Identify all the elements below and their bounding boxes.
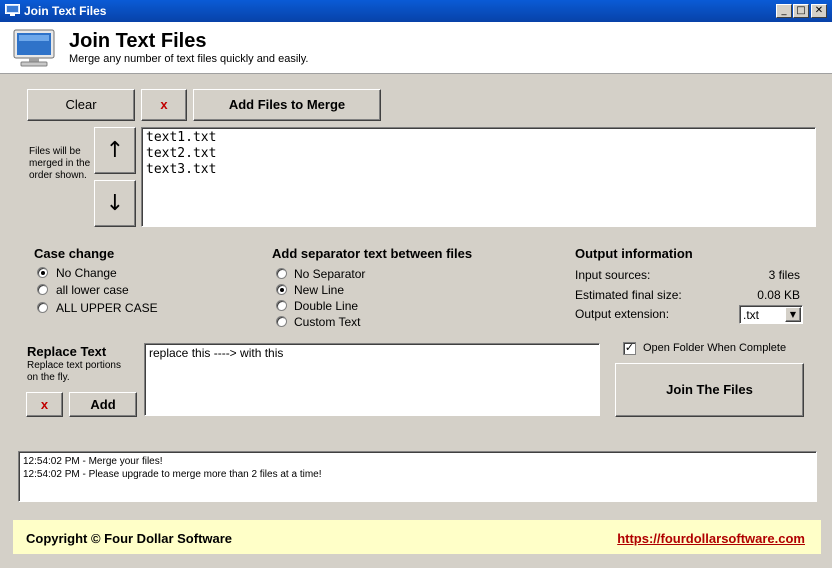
remove-replace-button[interactable]: x bbox=[26, 392, 63, 417]
radio-button[interactable] bbox=[276, 284, 287, 295]
title-bar[interactable]: Join Text Files _ □ ✕ bbox=[0, 0, 832, 22]
input-sources-label: Input sources: bbox=[575, 268, 651, 282]
separator-heading: Add separator text between files bbox=[272, 246, 473, 261]
replace-text: replace this ----> with this bbox=[149, 346, 284, 360]
log-box[interactable]: 12:54:02 PM - Merge your files! 12:54:02… bbox=[18, 451, 817, 502]
checkbox[interactable]: ✓ bbox=[623, 342, 636, 355]
output-heading: Output information bbox=[575, 246, 693, 261]
radio-button[interactable] bbox=[37, 267, 48, 278]
list-item[interactable]: text3.txt bbox=[146, 162, 811, 178]
app-icon bbox=[5, 4, 20, 16]
page-subtitle: Merge any number of text files quickly a… bbox=[69, 53, 309, 65]
replace-textarea[interactable]: replace this ----> with this bbox=[144, 343, 600, 416]
radio-button[interactable] bbox=[37, 302, 48, 313]
radio-label: New Line bbox=[294, 283, 345, 297]
open-folder-label: Open Folder When Complete bbox=[643, 342, 787, 354]
chevron-down-icon[interactable]: ▼ bbox=[785, 307, 801, 322]
log-line: 12:54:02 PM - Please upgrade to merge mo… bbox=[23, 469, 322, 480]
join-files-button[interactable]: Join The Files bbox=[615, 363, 804, 417]
extension-label: Output extension: bbox=[575, 307, 670, 321]
close-button[interactable]: ✕ bbox=[811, 4, 827, 18]
replace-note: Replace text portions on the fly. bbox=[27, 360, 121, 383]
final-size-label: Estimated final size: bbox=[575, 288, 682, 302]
radio-label: No Separator bbox=[294, 267, 366, 281]
extension-select[interactable]: .txt ▼ bbox=[739, 305, 803, 324]
move-up-button[interactable]: ↑ bbox=[94, 127, 136, 174]
radio-label: Custom Text bbox=[294, 315, 361, 329]
radio-button[interactable] bbox=[37, 284, 48, 295]
maximize-button[interactable]: □ bbox=[793, 4, 809, 18]
footer: Copyright © Four Dollar Software https:/… bbox=[13, 520, 821, 554]
radio-label: ALL UPPER CASE bbox=[56, 301, 158, 315]
minimize-button[interactable]: _ bbox=[776, 4, 792, 18]
log-line: 12:54:02 PM - Merge your files! bbox=[23, 456, 163, 467]
extension-value: .txt bbox=[743, 308, 760, 322]
case-change-heading: Case change bbox=[34, 246, 115, 261]
window-title: Join Text Files bbox=[24, 4, 107, 18]
page-title: Join Text Files bbox=[69, 30, 207, 52]
final-size-value: 0.08 KB bbox=[757, 288, 800, 302]
move-down-button[interactable]: ↓ bbox=[94, 180, 136, 227]
list-item[interactable]: text2.txt bbox=[146, 146, 811, 162]
copyright-text: Copyright © Four Dollar Software bbox=[26, 531, 233, 546]
file-list[interactable]: text1.txt text2.txt text3.txt bbox=[141, 127, 816, 227]
replace-heading: Replace Text bbox=[27, 344, 107, 359]
radio-button[interactable] bbox=[276, 268, 287, 279]
arrow-up-icon: ↑ bbox=[105, 138, 125, 163]
radio-label: Double Line bbox=[294, 299, 359, 313]
input-sources-value: 3 files bbox=[768, 268, 800, 282]
open-folder-option[interactable]: ✓ Open Folder When Complete bbox=[623, 341, 813, 357]
add-replace-button[interactable]: Add bbox=[69, 392, 137, 417]
order-note: Files will be merged in the order shown. bbox=[29, 146, 91, 181]
add-files-button[interactable]: Add Files to Merge bbox=[193, 89, 381, 121]
app-header: Join Text Files Merge any number of text… bbox=[0, 22, 832, 74]
arrow-down-icon: ↓ bbox=[105, 191, 125, 216]
radio-label: all lower case bbox=[56, 283, 129, 297]
clear-button[interactable]: Clear bbox=[27, 89, 135, 121]
list-item[interactable]: text1.txt bbox=[146, 130, 811, 146]
monitor-icon bbox=[13, 29, 55, 67]
radio-label: No Change bbox=[56, 266, 117, 280]
remove-file-button[interactable]: x bbox=[141, 89, 187, 121]
website-link[interactable]: https://fourdollarsoftware.com bbox=[617, 531, 805, 546]
radio-button[interactable] bbox=[276, 316, 287, 327]
radio-button[interactable] bbox=[276, 300, 287, 311]
